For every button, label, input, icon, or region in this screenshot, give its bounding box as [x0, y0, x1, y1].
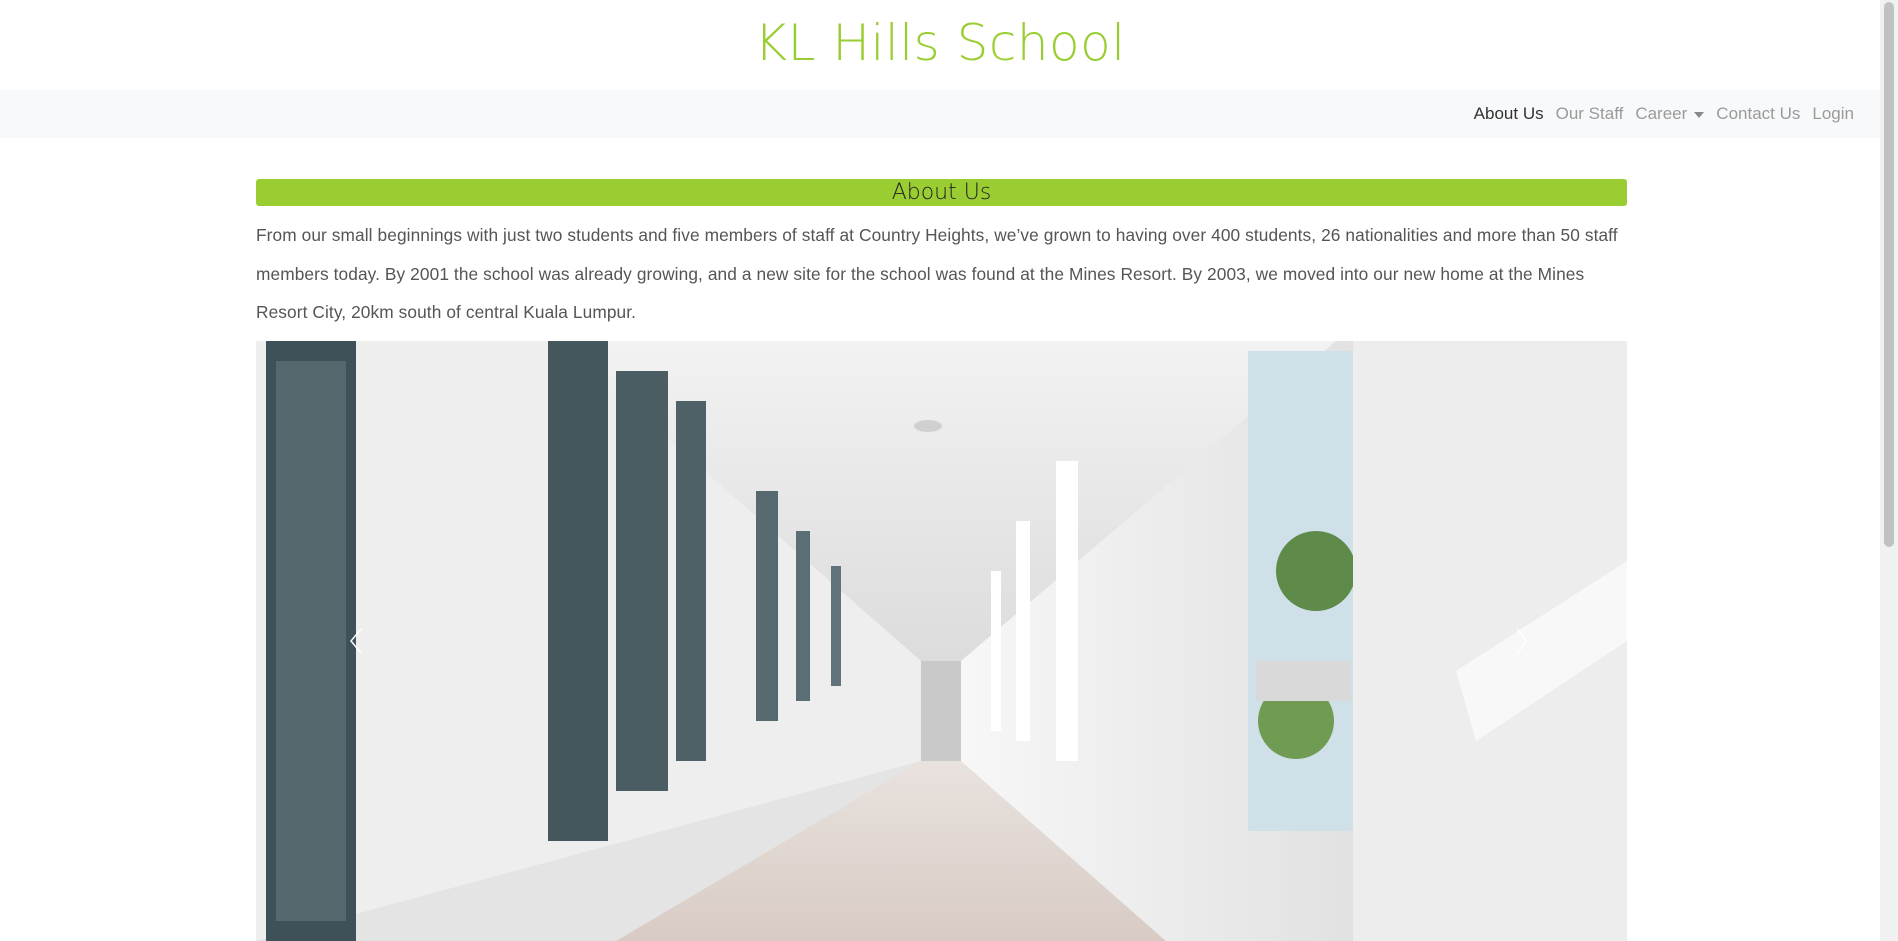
- nav-contact-us-label: Contact Us: [1716, 104, 1801, 123]
- site-title[interactable]: KL Hills School: [0, 14, 1880, 72]
- nav-item-contact-us[interactable]: Contact Us: [1710, 104, 1806, 124]
- nav-about-us-label: About Us: [1473, 104, 1544, 123]
- page-scrollbar[interactable]: [1880, 0, 1898, 941]
- chevron-right-icon: [1516, 628, 1528, 654]
- nav-our-staff-label: Our Staff: [1555, 104, 1624, 123]
- nav-item-login[interactable]: Login: [1806, 104, 1860, 124]
- main-content: About Us From our small beginnings with …: [256, 179, 1627, 332]
- nav-career-label: Career: [1635, 104, 1688, 123]
- scrollbar-thumb[interactable]: [1884, 2, 1894, 547]
- caret-down-icon: [1694, 111, 1705, 118]
- chevron-left-icon: [350, 628, 362, 654]
- navbar: About Us Our Staff Career Contact Us Log…: [0, 90, 1880, 138]
- carousel-next-button[interactable]: [1492, 601, 1552, 681]
- site-header: KL Hills School: [0, 0, 1880, 90]
- nav-login-label: Login: [1812, 104, 1854, 123]
- nav-item-our-staff[interactable]: Our Staff: [1550, 104, 1630, 124]
- nav-item-about-us[interactable]: About Us: [1468, 104, 1550, 124]
- carousel-prev-button[interactable]: [326, 601, 386, 681]
- nav-item-career-dropdown[interactable]: Career: [1629, 104, 1710, 124]
- about-heading: About Us: [256, 179, 1627, 206]
- corridor-photo: [256, 341, 1627, 941]
- image-carousel[interactable]: [256, 341, 1627, 941]
- about-paragraph: From our small beginnings with just two …: [256, 225, 1618, 322]
- nav-list: About Us Our Staff Career Contact Us Log…: [1468, 90, 1860, 138]
